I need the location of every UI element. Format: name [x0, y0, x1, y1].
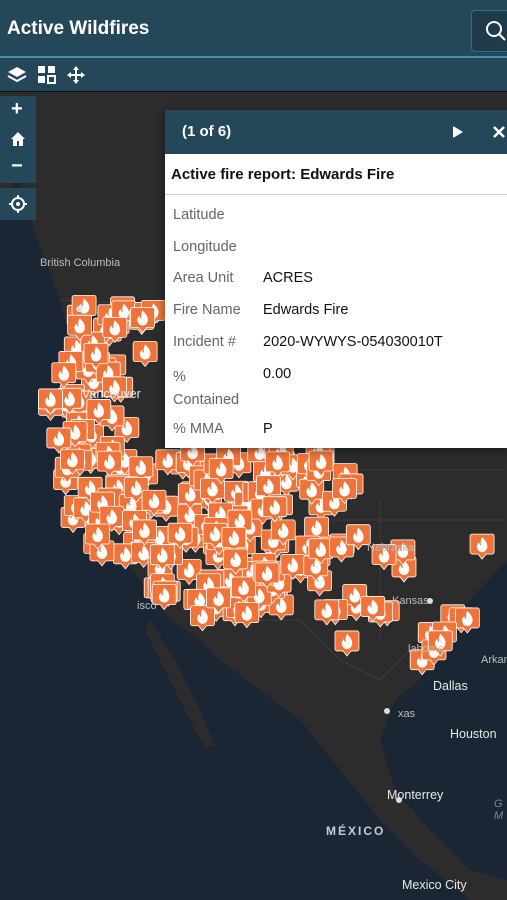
layers-icon[interactable]: [7, 65, 27, 85]
field-label-area-unit: Area Unit: [173, 270, 234, 286]
move-icon[interactable]: [66, 65, 86, 85]
crosshair-icon: [9, 195, 27, 213]
zoom-in-button[interactable]: +: [0, 96, 36, 125]
field-value-area-unit: ACRES: [263, 270, 313, 286]
app-header: Active Wildfires: [0, 0, 507, 58]
zoom-control: + −: [0, 96, 36, 183]
basemap-gallery-icon[interactable]: [37, 65, 57, 85]
home-icon: [11, 132, 25, 146]
minus-icon: −: [11, 155, 23, 177]
field-label-contained: % Contained: [173, 369, 240, 408]
plus-icon: +: [11, 98, 23, 120]
field-value-fire-name: Edwards Fire: [263, 302, 349, 318]
field-label-mma: % MMA: [173, 421, 224, 437]
app-title: Active Wildfires: [7, 18, 150, 39]
search-icon: [486, 21, 506, 41]
field-label-incident: Incident #: [173, 334, 236, 350]
fire-popup: (1 of 6) Active fire report: Edwards Fir…: [165, 110, 507, 448]
divider: [165, 194, 507, 195]
close-icon[interactable]: [492, 125, 506, 139]
locate-button[interactable]: [0, 188, 36, 220]
field-value-incident: 2020-WYWYS-054030010T: [263, 334, 443, 350]
home-button[interactable]: [0, 125, 36, 154]
zoom-out-button[interactable]: −: [0, 154, 36, 183]
popup-count: (1 of 6): [182, 123, 232, 140]
field-value-mma: P: [263, 421, 273, 437]
field-label-longitude: Longitude: [173, 239, 237, 255]
toolbar: [0, 58, 507, 92]
next-icon[interactable]: [452, 125, 464, 139]
field-label-fire-name: Fire Name: [173, 302, 241, 318]
search-button[interactable]: [471, 10, 507, 52]
field-value-contained: 0.00: [263, 366, 292, 382]
popup-header: (1 of 6): [165, 110, 507, 154]
popup-title: Active fire report: Edwards Fire: [171, 166, 395, 183]
field-label-latitude: Latitude: [173, 207, 225, 223]
